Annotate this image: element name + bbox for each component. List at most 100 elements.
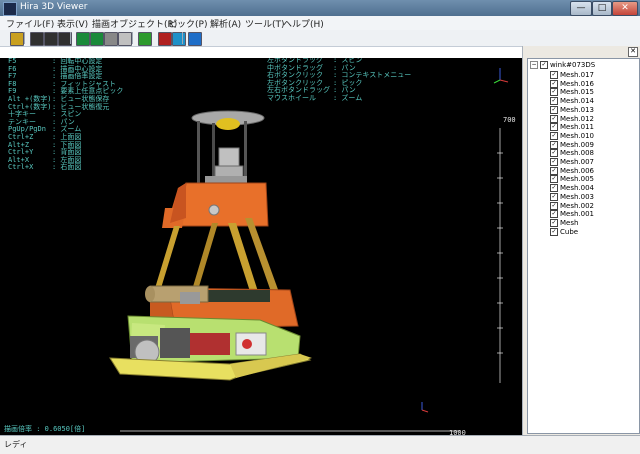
panel-close-icon[interactable]: ✕ xyxy=(628,47,638,57)
pick-element-icon[interactable] xyxy=(158,32,172,46)
tree-item[interactable]: ✓ Mesh.005 xyxy=(550,175,594,184)
tree-item[interactable]: ✓ Mesh.003 xyxy=(550,192,595,202)
tree-item-label: Mesh.013 xyxy=(560,105,595,114)
checkbox[interactable]: ✓ xyxy=(550,140,558,149)
menu-pick[interactable]: ピック(P) xyxy=(168,17,207,30)
checkbox[interactable]: ✓ xyxy=(550,227,558,236)
tree-item-label: Mesh xyxy=(560,218,579,227)
tree-item[interactable]: ✓ Mesh xyxy=(550,218,579,228)
checkbox[interactable]: ✓ xyxy=(550,192,558,201)
tree-item[interactable]: ✓ Mesh.007 xyxy=(550,158,594,167)
checkbox[interactable]: ✓ xyxy=(550,88,558,97)
tree-item-label: Mesh.005 xyxy=(560,175,595,184)
tree-item-label: Mesh.008 xyxy=(560,149,595,158)
checkbox[interactable]: ✓ xyxy=(550,184,558,193)
pick-node-icon[interactable] xyxy=(138,32,152,46)
3d-viewport[interactable]: F5: 回転中心設定 F6: 描画中心設定 F7: 描画倍率設定 F8: フィットジャ… xyxy=(0,58,522,435)
minimize-button[interactable]: — xyxy=(570,1,592,16)
checkbox[interactable]: ✓ xyxy=(550,158,558,166)
toolbar xyxy=(0,30,640,47)
status-bar: レディ xyxy=(0,435,640,454)
shade-icon[interactable] xyxy=(118,32,132,46)
tree-item-label: Mesh.011 xyxy=(560,123,595,132)
tree-item-label: Mesh.017 xyxy=(560,71,595,79)
checkbox[interactable]: ✓ xyxy=(550,79,558,88)
checkbox[interactable]: ✓ xyxy=(550,105,558,114)
tree-item-label: Mesh.010 xyxy=(560,131,595,140)
tree-item[interactable]: ✓ Cube xyxy=(550,227,579,237)
tree-item[interactable]: ✓ Mesh.012 xyxy=(550,114,595,124)
checkbox[interactable]: ✓ xyxy=(550,210,558,219)
tree-root-label: wink#073DS xyxy=(550,61,596,69)
axes-xy-icon[interactable] xyxy=(44,32,58,46)
tree-item-label: Mesh.012 xyxy=(560,114,595,123)
tree-item-label: Mesh.004 xyxy=(560,184,595,193)
toolbar-separator xyxy=(182,32,183,44)
object-tree-panel: ✕ − ✓ wink#073DS ✓ Mesh.017 ✓ Mesh.016 ✓ Mesh.01… xyxy=(522,46,640,435)
menu-draw-object[interactable]: 描画オブジェクト(R) xyxy=(92,17,177,30)
checkbox[interactable]: ✓ xyxy=(540,61,548,69)
tree-item[interactable]: ✓ Mesh.004 xyxy=(550,184,594,193)
maximize-button[interactable]: □ xyxy=(592,1,612,16)
window-title: Hira 3D Viewer xyxy=(20,2,88,12)
axes-xyz-icon[interactable] xyxy=(30,32,44,46)
tree-item-label: Cube xyxy=(560,227,579,236)
tree-item-label: Mesh.003 xyxy=(560,192,595,201)
tree-item[interactable]: ✓ Mesh.009 xyxy=(550,140,595,150)
wire-cube-icon[interactable] xyxy=(90,32,104,46)
tree-item[interactable]: ✓ Mesh.017 xyxy=(550,71,594,80)
menu-help[interactable]: ヘルプ(H) xyxy=(283,17,324,30)
checkbox[interactable]: ✓ xyxy=(550,218,558,227)
open-folder-icon[interactable] xyxy=(10,32,24,46)
tree-item-label: Mesh.009 xyxy=(560,140,595,149)
checkbox[interactable]: ✓ xyxy=(550,201,558,210)
view-front-icon[interactable] xyxy=(172,32,186,46)
toolbar-separator xyxy=(132,32,133,44)
tree-item[interactable]: ✓ Mesh.014 xyxy=(550,97,594,106)
tree-item[interactable]: ✓ Mesh.016 xyxy=(550,79,595,89)
solid-cube-icon[interactable] xyxy=(76,32,90,46)
checkbox[interactable]: ✓ xyxy=(550,114,558,123)
tree-item[interactable]: ✓ Mesh.015 xyxy=(550,88,594,97)
tree-item-label: Mesh.006 xyxy=(560,166,595,175)
tree-item[interactable]: ✓ Mesh.011 xyxy=(550,123,594,132)
panel-header: ✕ xyxy=(523,46,640,57)
tree-item[interactable]: ✓ Mesh.013 xyxy=(550,105,595,115)
axis-triad-small-icon xyxy=(421,402,429,413)
magnification-readout: 描画倍率 : 0.6050[倍] xyxy=(4,425,86,433)
menu-tools[interactable]: ツール(T) xyxy=(245,17,285,30)
tree-item-label: Mesh.016 xyxy=(560,79,595,88)
tree-item-label: Mesh.001 xyxy=(560,210,595,219)
menu-bar: ファイル(F) 表示(V) 描画オブジェクト(R) ピック(P) 解析(A) ツ… xyxy=(0,16,640,31)
title-bar: Hira 3D Viewer — □ ✕ xyxy=(0,0,640,16)
status-text: レディ xyxy=(4,440,28,449)
menu-file[interactable]: ファイル(F) xyxy=(6,17,54,30)
tree-item[interactable]: ✓ Mesh.006 xyxy=(550,166,595,176)
checkbox[interactable]: ✓ xyxy=(550,97,558,106)
tree-item[interactable]: ✓ Mesh.008 xyxy=(550,149,594,158)
checkbox[interactable]: ✓ xyxy=(550,175,558,184)
menu-analysis[interactable]: 解析(A) xyxy=(210,17,241,30)
checkbox[interactable]: ✓ xyxy=(550,71,558,79)
tree-root[interactable]: − ✓ wink#073DS xyxy=(530,61,595,70)
checkbox[interactable]: ✓ xyxy=(550,123,558,132)
tree-item-label: Mesh.014 xyxy=(560,97,595,106)
menu-view[interactable]: 表示(V) xyxy=(57,17,88,30)
app-icon xyxy=(3,2,17,16)
robot-model xyxy=(109,68,509,432)
close-button[interactable]: ✕ xyxy=(612,1,638,16)
tree-item-label: Mesh.015 xyxy=(560,88,595,97)
tree-item[interactable]: ✓ Mesh.010 xyxy=(550,131,595,141)
object-tree[interactable]: − ✓ wink#073DS ✓ Mesh.017 ✓ Mesh.016 ✓ Mesh.015 ✓… xyxy=(527,58,640,434)
checkbox[interactable]: ✓ xyxy=(550,149,558,158)
checkbox[interactable]: ✓ xyxy=(550,131,558,140)
tree-item-label: Mesh.007 xyxy=(560,158,595,166)
checkbox[interactable]: ✓ xyxy=(550,166,558,175)
render-icon[interactable] xyxy=(104,32,118,46)
tree-item[interactable]: ✓ Mesh.001 xyxy=(550,210,594,219)
tree-item-label: Mesh.002 xyxy=(560,201,595,210)
collapse-icon[interactable]: − xyxy=(530,61,538,69)
axis-triad-icon xyxy=(493,68,509,84)
tree-item[interactable]: ✓ Mesh.002 xyxy=(550,201,595,211)
view-iso-icon[interactable] xyxy=(188,32,202,46)
